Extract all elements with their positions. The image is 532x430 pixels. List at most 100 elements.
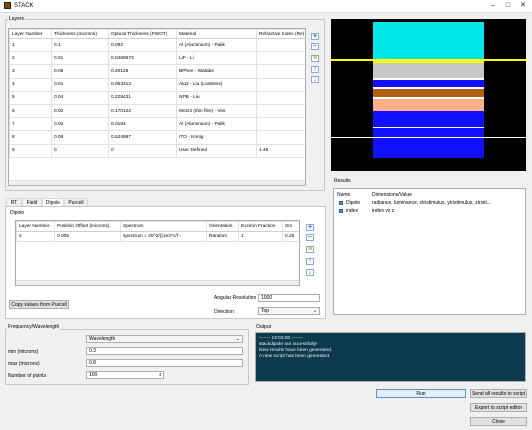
table-cell[interactable] [256,77,305,92]
layers-column-header[interactable]: Layer Number [9,29,52,39]
table-cell[interactable]: 0.06 [51,64,109,79]
table-cell[interactable]: Al (Aluminium) - Palik [176,37,257,53]
table-cell[interactable] [256,103,305,119]
table-cell[interactable]: 0 [51,143,109,158]
table-cell[interactable]: spectrum = 20^2/((1e3*c/f - [120,231,207,242]
table-cell[interactable]: Alq3 - Liu (Lossless) [176,77,257,92]
dipole-move-down-button[interactable]: ↓ [306,269,314,276]
table-cell[interactable] [256,90,305,105]
maximize-icon[interactable]: □ [501,1,515,10]
dipole-column-header[interactable]: Orientation [206,221,239,232]
table-cell[interactable]: 1 [238,231,283,242]
points-spinbox[interactable]: 100 ⇕ [86,371,164,379]
minimize-icon[interactable]: – [486,1,500,10]
max-input[interactable]: 0.8 [86,359,243,367]
table-cell[interactable] [256,37,305,53]
table-cell[interactable]: 0.01 [51,51,109,66]
angular-resolution-input[interactable]: 1000 [258,294,320,302]
layers-table[interactable]: Layer Number Thickness (microns) Optical T… [8,28,306,186]
table-cell[interactable]: 0.0469573 [108,51,177,66]
table-cell[interactable]: 0.25 [282,231,299,242]
table-row[interactable]: 7 0.02 0.0184 Al (Aluminium) - Palik [9,117,305,132]
table-cell[interactable]: 3 [9,64,52,79]
run-button[interactable]: Run [376,389,466,398]
layers-column-header[interactable]: Material [176,29,257,39]
table-cell[interactable] [256,130,305,145]
table-cell[interactable]: 0.01 [51,77,109,92]
remove-layer-button[interactable]: – [311,43,319,50]
table-cell[interactable]: 9 [9,143,52,158]
table-cell[interactable]: Al (Aluminium) - Palik [176,117,257,132]
table-row[interactable]: 2 0.01 0.0469573 LiF - Li [9,51,305,66]
result-item-value[interactable]: radiance, luminance, xtristimulus, ytris… [372,200,524,206]
duplicate-layer-button[interactable]: ≡ [311,55,319,62]
table-cell[interactable]: 8 [9,130,52,145]
table-cell[interactable]: 0.04 [51,90,109,105]
table-cell[interactable]: 5 [9,90,52,105]
dipole-horizontal-scrollbar[interactable] [16,280,299,285]
add-layer-button[interactable]: + [311,33,319,40]
table-cell[interactable]: NPB - Liu [176,90,257,105]
layers-column-header[interactable]: Thickness (microns) [51,29,109,39]
table-row[interactable]: 5 0.04 0.228431 NPB - Liu [9,90,305,105]
dipole-move-up-button[interactable]: ↑ [306,258,314,265]
table-cell[interactable]: 0.624897 [108,130,177,145]
layers-column-header[interactable]: Refractive Index (Re) [256,29,305,39]
result-item-name[interactable]: Dipole [346,200,360,206]
dipole-column-header[interactable]: Layer Number [16,221,55,232]
table-row[interactable]: 6 0.02 0.170122 MoO3 (thin film) - Vos [9,103,305,119]
table-row[interactable]: 8 0.08 0.624897 ITO - Konig [9,130,305,145]
table-row[interactable]: 4 0.005 spectrum = 20^2/((1e3*c/f - Random 1… [16,231,299,242]
output-console[interactable]: ------- 13:03:00 ------- stackdipole ran … [255,332,526,382]
table-cell[interactable]: 7 [9,117,52,132]
dipole-column-header[interactable]: Spectrum [120,221,207,232]
table-cell[interactable]: 0.0184 [108,117,177,132]
result-item-name[interactable]: index [346,208,358,214]
dipole-column-header[interactable]: Position Offset (microns) [54,221,121,232]
copy-from-purcell-button[interactable]: Copy values from Purcell [9,300,69,309]
move-up-button[interactable]: ↑ [311,66,319,73]
table-cell[interactable]: MoO3 (thin film) - Vos [176,103,257,119]
add-dipole-button[interactable]: + [306,224,314,231]
table-cell[interactable]: 0.005 [54,231,121,242]
table-cell[interactable] [256,117,305,132]
table-row[interactable]: 4 0.01 0.063313 Alq3 - Liu (Lossless) [9,77,305,92]
send-results-button[interactable]: Send all results to script [470,389,527,398]
move-down-button[interactable]: ↓ [311,76,319,83]
table-row[interactable]: 1 0.1 0.092 Al (Aluminium) - Palik [9,37,305,53]
result-item-value[interactable]: index vs z [372,208,524,214]
layers-column-header[interactable]: Optical Thickness (FWOT) [108,29,177,39]
table-cell[interactable]: 6 [9,103,52,119]
close-button[interactable]: Close [470,417,527,426]
table-cell[interactable]: 0.063313 [108,77,177,92]
dipole-column-header[interactable]: Exciton Fraction [238,221,283,232]
table-cell[interactable]: 0.08 [51,130,109,145]
table-cell[interactable] [256,64,305,79]
results-panel[interactable]: Name Dimensions/Value Dipole radiance, lu… [333,188,526,315]
table-cell[interactable]: 2 [9,51,52,66]
direction-select[interactable]: Top ⌄ [258,307,320,315]
table-cell[interactable]: User Defined [176,143,257,158]
dipole-table[interactable]: Layer Number Position Offset (microns) Spe… [15,220,300,286]
table-cell[interactable]: LiF - Li [176,51,257,66]
table-cell[interactable]: 0.40128 [108,64,177,79]
close-icon[interactable]: ✕ [516,1,530,10]
export-script-button[interactable]: Export to script editor [470,403,527,412]
table-row[interactable]: 3 0.06 0.40128 BPhen - Watabe [9,64,305,79]
table-cell[interactable]: 0 [108,143,177,158]
table-cell[interactable]: 0.170122 [108,103,177,119]
table-cell[interactable]: ITO - Konig [176,130,257,145]
table-cell[interactable]: 0.1 [51,37,109,53]
table-cell[interactable]: 1 [9,37,52,53]
table-cell[interactable]: 0.092 [108,37,177,53]
table-cell[interactable]: 0.02 [51,117,109,132]
table-cell[interactable]: BPhen - Watabe [176,64,257,79]
table-cell[interactable]: 4 [9,77,52,92]
table-cell[interactable]: 0.228431 [108,90,177,105]
spin-arrows-icon[interactable]: ⇕ [159,371,162,378]
min-input[interactable]: 0.3 [86,347,243,355]
duplicate-dipole-button[interactable]: ≡ [306,246,314,253]
table-cell[interactable]: Random [206,231,239,242]
table-cell[interactable] [256,51,305,66]
table-cell[interactable]: 4 [16,231,55,242]
